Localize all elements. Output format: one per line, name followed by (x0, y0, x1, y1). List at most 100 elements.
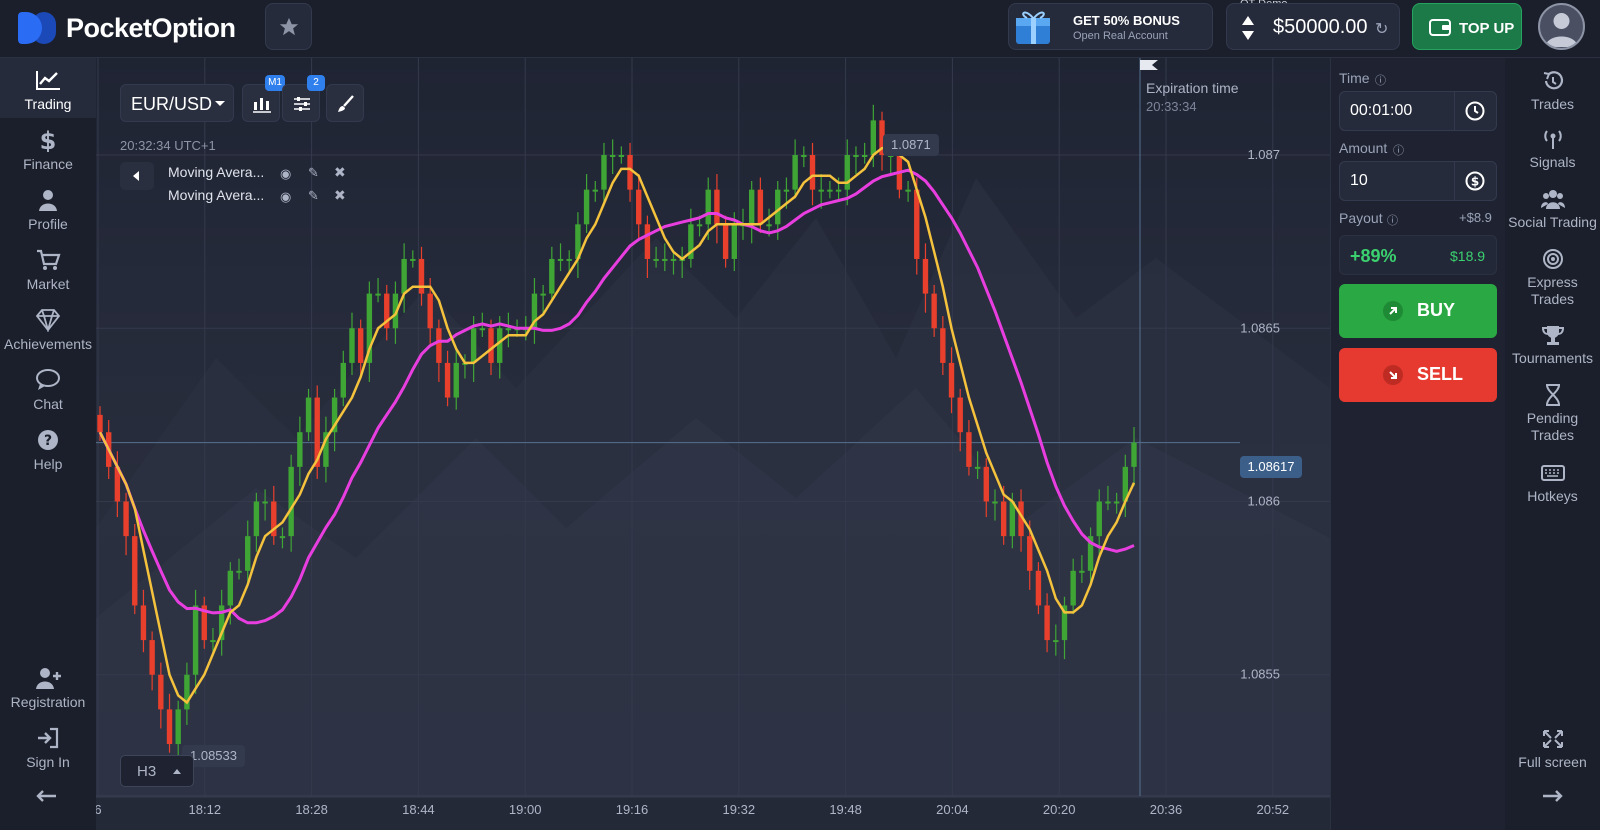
candle (992, 501, 998, 504)
switch-account-icon (1242, 16, 1254, 40)
asset-pair: EUR/USD (131, 94, 213, 114)
x-tick-label: 19:32 (723, 802, 756, 817)
payout-delta: +$8.9 (1459, 210, 1492, 225)
candle (618, 155, 625, 158)
favorites-button[interactable] (265, 3, 312, 50)
time-label: Time (1339, 70, 1370, 86)
cart-icon (37, 249, 61, 270)
drawing-tools-button[interactable] (326, 84, 364, 122)
period-selector[interactable]: H3 (120, 755, 194, 787)
candle (601, 155, 607, 190)
logo[interactable]: PocketOption (16, 8, 236, 48)
diamond-icon (35, 309, 61, 332)
chart-type-button[interactable]: M1 (242, 75, 285, 122)
candle (505, 328, 512, 331)
sidebar-item-social-trading[interactable]: Social Trading (1505, 188, 1600, 231)
x-tick-label: 20:36 (1150, 802, 1183, 817)
sidebar-item-registration[interactable]: Registration (0, 656, 96, 716)
expiration-label: Expiration time (1146, 80, 1239, 96)
sidebar-item-achievements[interactable]: Achievements (0, 298, 96, 358)
asset-selector[interactable]: EUR/USD (120, 84, 234, 122)
collapse-right-icon[interactable] (1541, 788, 1565, 804)
candle (670, 258, 677, 261)
candle (288, 466, 294, 537)
close-icon[interactable]: ✖ (334, 187, 346, 204)
sidebar-item-sign-in[interactable]: Sign In (0, 716, 96, 776)
edit-icon[interactable]: ✎ (308, 188, 319, 204)
fullscreen-button[interactable]: Full screen (1505, 728, 1600, 771)
payout-label: Payout (1339, 210, 1383, 226)
candle (983, 466, 989, 502)
sidebar-item-tournaments[interactable]: Tournaments (1505, 324, 1600, 367)
candle (801, 155, 807, 158)
candle (1044, 605, 1050, 641)
amount-input[interactable]: 10 $ (1339, 161, 1497, 201)
sidebar-item-label: Registration (10, 694, 86, 710)
target-icon (1542, 249, 1563, 269)
candle (245, 536, 251, 571)
avatar[interactable] (1538, 3, 1585, 50)
sell-label: SELL (1417, 364, 1464, 384)
high-price-label: 1.0871 (883, 134, 939, 156)
sidebar-item-hotkeys[interactable]: Hotkeys (1505, 462, 1600, 505)
price-chart[interactable]: 6 18:12 18:28 18:44 19:00 19:16 19:32 19:48 20:0… (96, 58, 1330, 830)
eye-icon[interactable]: ◉ (280, 189, 291, 205)
buy-label: BUY (1417, 300, 1456, 320)
history-icon (1543, 71, 1563, 90)
candle (401, 258, 407, 294)
candle (957, 397, 963, 433)
candle (827, 189, 833, 192)
sidebar-item-profile[interactable]: Profile (0, 178, 96, 238)
collapse-left-icon[interactable] (34, 788, 58, 804)
collapse-indicators-button[interactable] (120, 162, 154, 190)
payout-percent: +89% (1350, 246, 1397, 266)
buy-button[interactable]: BUY (1339, 284, 1497, 338)
sell-button[interactable]: SELL (1339, 348, 1497, 402)
candle (1079, 570, 1085, 573)
sidebar-item-market[interactable]: Market (0, 238, 96, 298)
time-input[interactable]: 00:01:00 (1339, 91, 1497, 131)
edit-icon[interactable]: ✎ (308, 165, 319, 181)
candle (192, 605, 199, 675)
info-icon[interactable]: ⓘ (1375, 72, 1386, 88)
sidebar-item-trades[interactable]: Trades (1505, 70, 1600, 113)
payout-amount: $18.9 (1450, 248, 1486, 264)
brush-icon (338, 95, 354, 112)
sidebar-item-label: Market (26, 276, 70, 292)
candle (497, 328, 503, 363)
bonus-banner[interactable]: GET 50% BONUS Open Real Account (1008, 3, 1213, 50)
candle (853, 155, 859, 158)
background-mountains (96, 178, 1330, 798)
candle (583, 189, 590, 225)
sidebar-item-chat[interactable]: Chat (0, 358, 96, 418)
eye-icon[interactable]: ◉ (280, 166, 291, 182)
currency-icon[interactable]: $ (1464, 170, 1486, 192)
sidebar-item-trading[interactable]: Trading (0, 58, 96, 118)
amount-label: Amount (1339, 140, 1388, 156)
fullscreen-label: Full screen (1518, 754, 1587, 770)
clock-icon[interactable] (1464, 100, 1486, 122)
sidebar-item-signals[interactable]: Signals (1505, 128, 1600, 171)
y-tick-label: 1.087 (1247, 147, 1280, 162)
sidebar-item-pending-trades[interactable]: Pending Trades (1505, 384, 1600, 444)
sidebar-item-label: Help (33, 456, 63, 472)
candle (705, 189, 711, 225)
logo-icon (16, 10, 58, 46)
sidebar-item-label: Tournaments (1512, 350, 1593, 366)
y-tick-label: 1.0865 (1240, 320, 1280, 335)
refresh-icon[interactable]: ↻ (1375, 19, 1388, 39)
sign-in-icon (38, 727, 59, 749)
candle (418, 258, 425, 294)
top-up-button[interactable]: TOP UP (1412, 3, 1522, 50)
info-icon[interactable]: ⓘ (1387, 212, 1398, 228)
close-icon[interactable]: ✖ (334, 164, 346, 181)
candle (592, 189, 598, 192)
sidebar-item-express-trades[interactable]: Express Trades (1505, 248, 1600, 308)
account-balance-selector[interactable]: $50000.00 ↻ (1226, 3, 1400, 50)
candle (1070, 570, 1076, 606)
sidebar-item-help[interactable]: ? Help (0, 418, 96, 478)
sidebar-item-finance[interactable]: $ Finance (0, 118, 96, 178)
info-icon[interactable]: ⓘ (1393, 142, 1404, 158)
indicators-button[interactable]: 2 (282, 75, 325, 122)
candle (557, 258, 564, 261)
